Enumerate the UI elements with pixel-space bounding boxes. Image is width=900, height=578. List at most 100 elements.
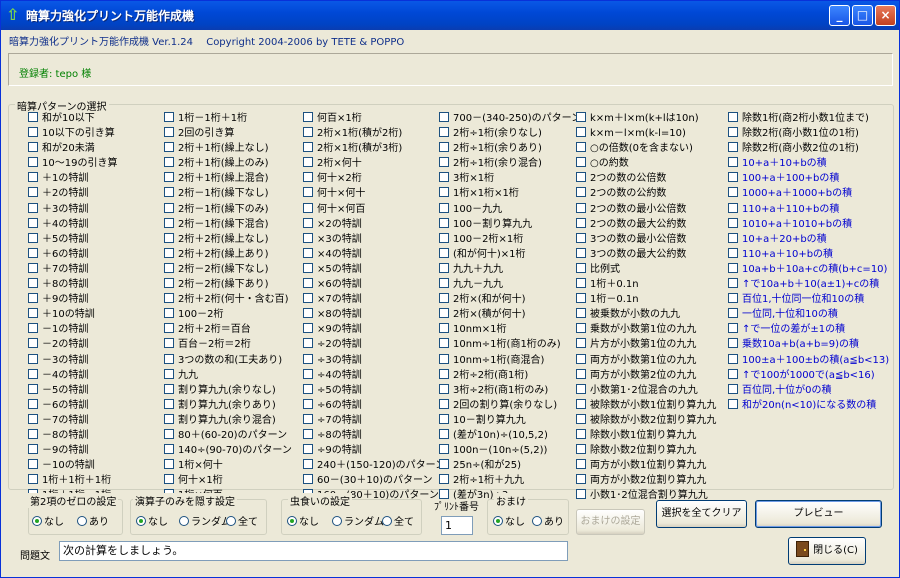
pattern-checkbox-item[interactable]: 九九－九九 (439, 277, 581, 292)
checkbox-icon[interactable] (576, 202, 586, 213)
pattern-checkbox-item[interactable]: 1010+a＋1010+bの積 (728, 217, 889, 232)
moth-eaten-option-all[interactable]: 全て (382, 513, 414, 528)
pattern-checkbox-item[interactable]: 除数2桁(商小数2位の1桁) (728, 141, 889, 156)
checkbox-icon[interactable] (439, 278, 449, 289)
checkbox-icon[interactable] (303, 293, 313, 304)
checkbox-icon[interactable] (576, 398, 586, 409)
pattern-checkbox-item[interactable]: 両方が小数第1位の九九 (576, 353, 716, 368)
checkbox-icon[interactable] (576, 338, 586, 349)
pattern-checkbox-item[interactable]: 100－九九 (439, 202, 581, 217)
pattern-checkbox-item[interactable]: 240＋(150-120)のパターン (303, 458, 445, 473)
checkbox-icon[interactable] (303, 444, 313, 455)
pattern-checkbox-item[interactable]: 百台－2桁＝2桁 (164, 337, 292, 352)
pattern-checkbox-item[interactable]: 2桁－1桁(繰下のみ) (164, 202, 292, 217)
checkbox-icon[interactable] (728, 217, 738, 228)
pattern-checkbox-item[interactable]: 1桁×1桁×1桁 (439, 186, 581, 201)
pattern-checkbox-item[interactable]: 両方が小数第2位の九九 (576, 368, 716, 383)
checkbox-icon[interactable] (303, 308, 313, 319)
hide-operator-option-none[interactable]: なし (136, 513, 168, 528)
pattern-checkbox-item[interactable]: 2桁－1桁(繰下混合) (164, 217, 292, 232)
checkbox-icon[interactable] (28, 444, 38, 455)
pattern-checkbox-item[interactable]: 2桁×(積が何十) (439, 307, 581, 322)
pattern-checkbox-item[interactable]: 何十×1桁 (164, 473, 292, 488)
pattern-checkbox-item[interactable]: 100n－(10n÷(5,2)) (439, 443, 581, 458)
checkbox-icon[interactable] (164, 232, 174, 243)
pattern-checkbox-item[interactable]: －9の特訓 (28, 443, 117, 458)
pattern-checkbox-item[interactable]: 除数小数1位割り算九九 (576, 428, 716, 443)
zero-digit-option-none[interactable]: なし (32, 513, 64, 528)
checkbox-icon[interactable] (728, 353, 738, 364)
checkbox-icon[interactable] (28, 308, 38, 319)
checkbox-icon[interactable] (303, 353, 313, 364)
pattern-checkbox-item[interactable]: 80＋(60-20)のパターン (164, 428, 292, 443)
pattern-checkbox-item[interactable]: k×m＋l×m(k+lは10n) (576, 111, 716, 126)
clear-all-button[interactable]: 選択を全てクリア (656, 500, 747, 528)
pattern-checkbox-item[interactable]: ＋8の特訓 (28, 277, 117, 292)
pattern-checkbox-item[interactable]: 1桁＋1桁＋1桁 (28, 473, 117, 488)
checkbox-icon[interactable] (576, 157, 586, 168)
pattern-checkbox-item[interactable]: 除数1桁(商2桁小数1位まで) (728, 111, 889, 126)
pattern-checkbox-item[interactable]: ×4の特訓 (303, 247, 445, 262)
checkbox-icon[interactable] (303, 247, 313, 258)
checkbox-icon[interactable] (728, 187, 738, 198)
checkbox-icon[interactable] (28, 232, 38, 243)
checkbox-icon[interactable] (439, 157, 449, 168)
pattern-checkbox-item[interactable]: －6の特訓 (28, 398, 117, 413)
checkbox-icon[interactable] (728, 112, 738, 122)
checkbox-icon[interactable] (303, 172, 313, 183)
checkbox-icon[interactable] (439, 398, 449, 409)
pattern-checkbox-item[interactable]: 割り算九九(余りあり) (164, 398, 292, 413)
pattern-checkbox-item[interactable]: 10a+b＋10a+cの積(b+c=10) (728, 262, 889, 277)
pattern-checkbox-item[interactable]: －5の特訓 (28, 383, 117, 398)
maximize-button[interactable]: □ (852, 5, 873, 26)
pattern-checkbox-item[interactable]: －3の特訓 (28, 353, 117, 368)
pattern-checkbox-item[interactable]: 2桁÷1桁(余りあり) (439, 141, 581, 156)
checkbox-icon[interactable] (164, 428, 174, 439)
checkbox-icon[interactable] (439, 338, 449, 349)
pattern-checkbox-item[interactable]: 1桁－1桁＋1桁 (164, 111, 292, 126)
pattern-checkbox-item[interactable]: 百位同,十位が0の積 (728, 383, 889, 398)
checkbox-icon[interactable] (28, 368, 38, 379)
checkbox-icon[interactable] (164, 383, 174, 394)
pattern-checkbox-item[interactable]: 10～19の引き算 (28, 156, 117, 171)
pattern-checkbox-item[interactable]: ×9の特訓 (303, 322, 445, 337)
pattern-checkbox-item[interactable]: 100－割り算九九 (439, 217, 581, 232)
pattern-checkbox-item[interactable]: 2桁＋2桁(繰上あり) (164, 247, 292, 262)
pattern-checkbox-item[interactable]: 10nm÷1桁(商1桁のみ) (439, 337, 581, 352)
checkbox-icon[interactable] (728, 338, 738, 349)
checkbox-icon[interactable] (303, 338, 313, 349)
checkbox-icon[interactable] (439, 308, 449, 319)
checkbox-icon[interactable] (28, 338, 38, 349)
pattern-checkbox-item[interactable]: ＋6の特訓 (28, 247, 117, 262)
checkbox-icon[interactable] (28, 278, 38, 289)
minimize-button[interactable]: _ (829, 5, 850, 26)
checkbox-icon[interactable] (728, 278, 738, 289)
pattern-checkbox-item[interactable]: 10+a＋10+bの積 (728, 156, 889, 171)
checkbox-icon[interactable] (303, 202, 313, 213)
pattern-checkbox-item[interactable]: 700－(340-250)のパターン (439, 111, 581, 126)
checkbox-icon[interactable] (164, 398, 174, 409)
checkbox-icon[interactable] (576, 142, 586, 153)
pattern-checkbox-item[interactable]: 2桁×1桁(積が2桁) (303, 126, 445, 141)
checkbox-icon[interactable] (164, 187, 174, 198)
checkbox-icon[interactable] (303, 232, 313, 243)
pattern-checkbox-item[interactable]: 両方が小数2位割り算九九 (576, 473, 716, 488)
pattern-checkbox-item[interactable]: －2の特訓 (28, 337, 117, 352)
checkbox-icon[interactable] (164, 459, 174, 470)
pattern-checkbox-item[interactable]: 3つの数の和(工夫あり) (164, 353, 292, 368)
checkbox-icon[interactable] (576, 232, 586, 243)
checkbox-icon[interactable] (28, 413, 38, 424)
pattern-checkbox-item[interactable]: －10の特訓 (28, 458, 117, 473)
checkbox-icon[interactable] (164, 112, 174, 122)
pattern-checkbox-item[interactable]: 除数2桁(商小数1位の1桁) (728, 126, 889, 141)
moth-eaten-option-none[interactable]: なし (287, 513, 319, 528)
hide-operator-option-random[interactable]: ランダム (179, 513, 231, 528)
checkbox-icon[interactable] (439, 142, 449, 153)
checkbox-icon[interactable] (439, 413, 449, 424)
checkbox-icon[interactable] (728, 127, 738, 138)
pattern-checkbox-item[interactable]: 10nm÷1桁(商混合) (439, 353, 581, 368)
checkbox-icon[interactable] (439, 202, 449, 213)
pattern-checkbox-item[interactable]: 3桁÷2桁(商1桁のみ) (439, 383, 581, 398)
pattern-checkbox-item[interactable]: ÷7の特訓 (303, 413, 445, 428)
pattern-checkbox-item[interactable]: ＋5の特訓 (28, 232, 117, 247)
